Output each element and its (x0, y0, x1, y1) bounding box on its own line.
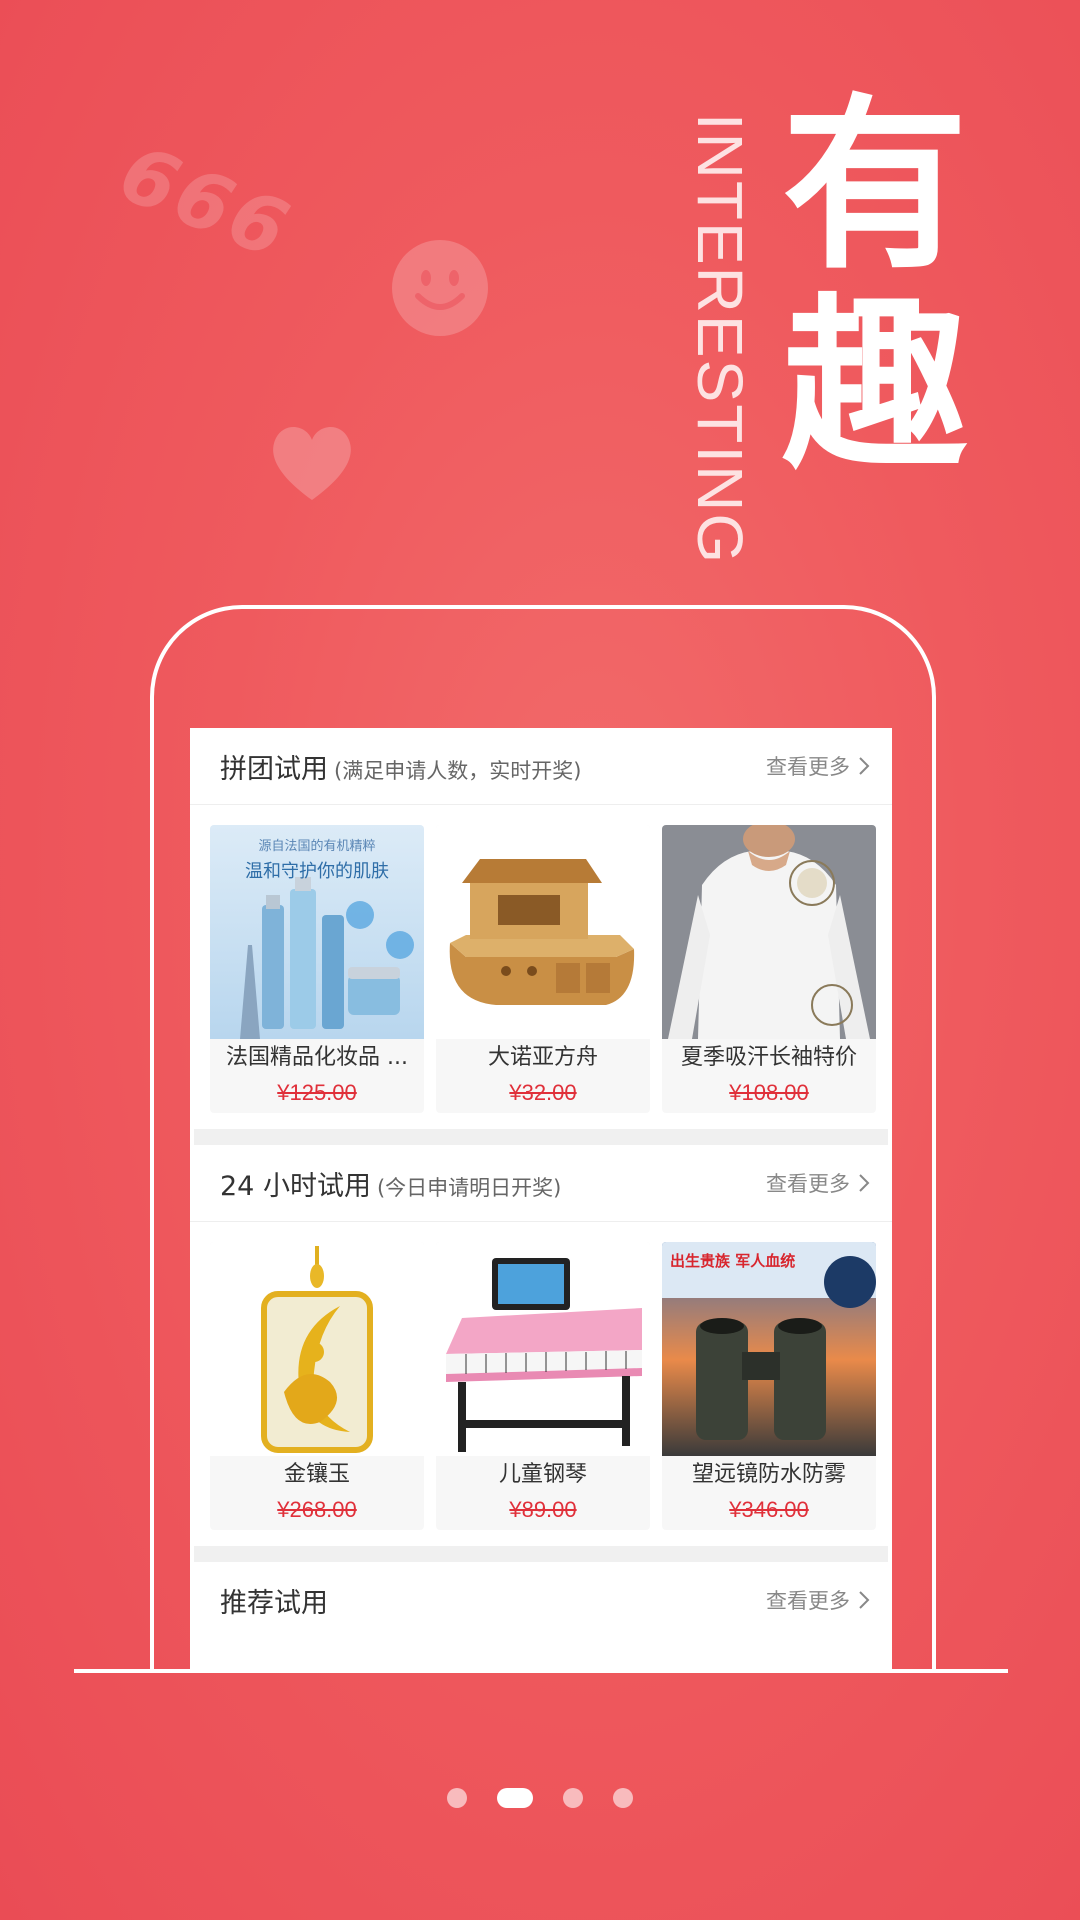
cosmetics-banner-line2: 温和守护你的肌肤 (245, 861, 389, 882)
decor-666-text: 666 (107, 128, 304, 278)
view-more-link[interactable]: 查看更多 (766, 1168, 870, 1198)
product-card[interactable]: 源自法国的有机精粹 温和守护你的肌肤 法国精品化妆品 ... ¥125.00 (210, 825, 424, 1113)
view-more-label: 查看更多 (766, 1589, 850, 1613)
section-title: 推荐试用 (220, 1587, 328, 1619)
phone-baseline (74, 1669, 1008, 1673)
product-name: 金镶玉 (283, 1462, 350, 1487)
product-price: ¥125.00 (277, 1080, 357, 1105)
smiley-icon (392, 240, 488, 336)
view-more-label: 查看更多 (766, 1172, 850, 1196)
section-subtitle: (满足申请人数，实时开奖) (334, 758, 582, 783)
product-price: ¥346.00 (729, 1497, 809, 1522)
english-vertical-word: INTERESTING (684, 112, 756, 566)
section-subtitle: (今日申请明日开奖) (376, 1175, 562, 1200)
chevron-right-icon (859, 1591, 870, 1609)
product-name: 法国精品化妆品 ... (226, 1045, 408, 1070)
product-name: 夏季吸汗长袖特价 (680, 1045, 857, 1070)
product-price: ¥108.00 (729, 1080, 809, 1105)
product-row: 金镶玉 ¥268.00 儿童钢琴 ¥89.00 出生贵族 军人血统 望远镜防水防… (190, 1222, 892, 1546)
product-card[interactable]: 出生贵族 军人血统 望远镜防水防雾 ¥346.00 (662, 1242, 876, 1530)
binoculars-banner-text: 出生贵族 军人血统 (670, 1252, 796, 1270)
product-name: 大诺亚方舟 (487, 1045, 598, 1070)
view-more-label: 查看更多 (766, 755, 850, 779)
section-header-recommended-trial: 推荐试用 查看更多 (190, 1562, 892, 1638)
product-card[interactable]: 夏季吸汗长袖特价 ¥108.00 (662, 825, 876, 1113)
kids-piano-image (436, 1242, 650, 1456)
gold-jade-pendant-image (210, 1242, 424, 1456)
hero-title-line1: 有 (781, 77, 968, 294)
product-price: ¥32.00 (509, 1080, 577, 1105)
page-dot[interactable] (613, 1788, 633, 1808)
cosmetics-banner-line1: 源自法国的有机精粹 (258, 839, 376, 854)
section-divider (194, 1546, 888, 1562)
page-dot-active[interactable] (497, 1788, 533, 1808)
phone-screen: 拼团试用 (满足申请人数，实时开奖) 查看更多 源自法国的有机精粹 温和守护你的… (190, 728, 892, 1669)
product-price: ¥89.00 (509, 1497, 577, 1522)
hero-title-line2: 趣 (781, 277, 968, 494)
product-row: 源自法国的有机精粹 温和守护你的肌肤 法国精品化妆品 ... ¥125.00 大… (190, 805, 892, 1129)
product-name: 望远镜防水防雾 (691, 1462, 846, 1487)
product-card[interactable]: 大诺亚方舟 ¥32.00 (436, 825, 650, 1113)
page-dot[interactable] (563, 1788, 583, 1808)
heart-icon (273, 426, 351, 500)
chevron-right-icon (859, 757, 870, 775)
section-divider (194, 1129, 888, 1145)
hero-title: 有 趣 (780, 86, 970, 486)
product-card[interactable]: 儿童钢琴 ¥89.00 (436, 1242, 650, 1530)
section-title: 拼团试用 (220, 753, 328, 785)
view-more-link[interactable]: 查看更多 (766, 751, 870, 781)
section-header-24h-trial: 24 小时试用 (今日申请明日开奖) 查看更多 (190, 1145, 892, 1222)
product-price: ¥268.00 (277, 1497, 357, 1522)
section-header-group-trial: 拼团试用 (满足申请人数，实时开奖) 查看更多 (190, 728, 892, 805)
cosmetics-image: 源自法国的有机精粹 温和守护你的肌肤 (210, 825, 424, 1039)
page-indicator (0, 1788, 1080, 1808)
white-shirt-image (662, 825, 876, 1039)
product-name: 儿童钢琴 (498, 1462, 587, 1487)
binoculars-image: 出生贵族 军人血统 (662, 1242, 876, 1456)
page-dot[interactable] (447, 1788, 467, 1808)
section-title: 24 小时试用 (220, 1170, 371, 1202)
product-card[interactable]: 金镶玉 ¥268.00 (210, 1242, 424, 1530)
wooden-ark-image (436, 825, 650, 1039)
chevron-right-icon (859, 1174, 870, 1192)
view-more-link[interactable]: 查看更多 (766, 1585, 870, 1615)
